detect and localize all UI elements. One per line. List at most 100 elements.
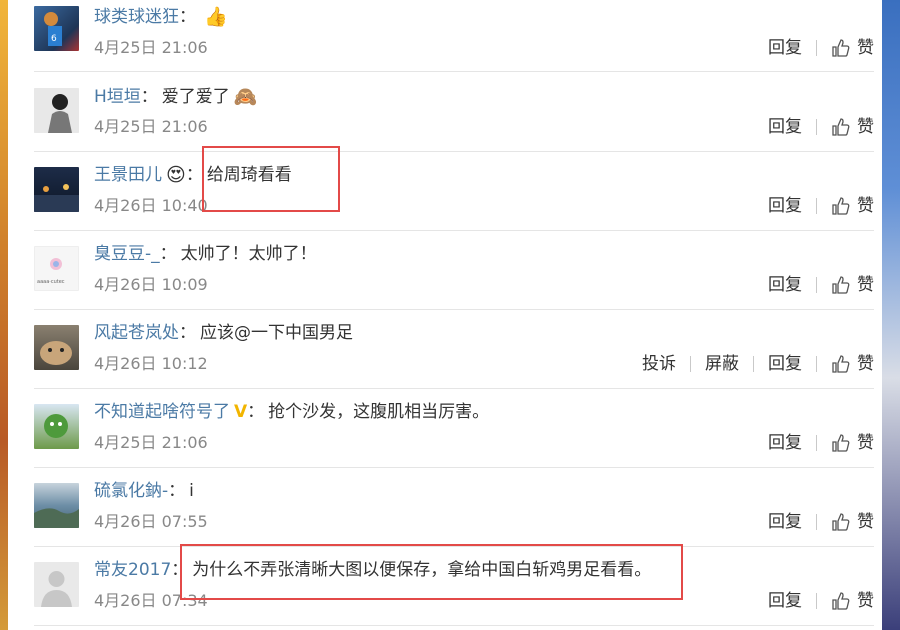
default-avatar-icon: [41, 571, 72, 607]
divider: [816, 40, 817, 56]
reply-button[interactable]: 回复: [768, 115, 802, 139]
background-right-edge: [882, 0, 900, 630]
comment-line: 不知道起啥符号了 V： 抢个沙发，这腹肌相当厉害。: [94, 399, 489, 425]
username-link[interactable]: 常友2017: [94, 560, 171, 580]
thumbs-up-icon[interactable]: [831, 117, 851, 137]
username-link[interactable]: 臭豆豆-_: [94, 244, 160, 264]
username-link[interactable]: H垣垣: [94, 87, 141, 107]
comment-text: 爱了爱了: [161, 87, 230, 107]
username-link[interactable]: 王景田儿: [94, 165, 162, 185]
like-button[interactable]: 赞: [857, 510, 874, 534]
avatar[interactable]: [34, 404, 79, 449]
comment-item: 不知道起啥符号了 V： 抢个沙发，这腹肌相当厉害。 4月25日 21:06 回复 赞: [34, 388, 874, 468]
like-button[interactable]: 赞: [857, 352, 874, 376]
avatar[interactable]: [34, 88, 79, 133]
avatar[interactable]: [34, 483, 79, 528]
thumbs-up-icon[interactable]: [831, 196, 851, 216]
comment-text: 太帅了！太帅了！: [180, 244, 317, 264]
thumbs-up-icon[interactable]: [831, 38, 851, 58]
comment-text: 应该@一下中国男足: [200, 323, 353, 343]
divider: [816, 356, 817, 372]
thumbs-up-emoji: 👍: [204, 6, 228, 28]
vip-badge-icon: V: [234, 402, 248, 422]
divider: [816, 435, 817, 451]
background-left-edge: [0, 0, 8, 630]
svg-text:6: 6: [51, 34, 57, 44]
divider: [816, 119, 817, 135]
comment-item: 王景田儿 😍： 给周琦看看 4月26日 10:40 回复 赞: [34, 151, 874, 231]
comment-time: 4月26日 10:09: [94, 275, 208, 294]
avatar-cat: [40, 341, 72, 365]
comment-actions: 回复 赞: [768, 510, 874, 534]
comment-time: 4月26日 07:55: [94, 512, 208, 531]
heart-eyes-emoji: 😍: [166, 164, 186, 186]
comment-item: 6 球类球迷狂： 👍 4月25日 21:06 回复 赞: [34, 0, 874, 72]
see-no-evil-monkey-emoji: 🙈: [233, 86, 258, 108]
comment-line: 臭豆豆-_： 太帅了！太帅了！: [94, 244, 317, 264]
reply-button[interactable]: 回复: [768, 36, 802, 60]
avatar-basketball-player: 6: [44, 12, 62, 46]
like-button[interactable]: 赞: [857, 589, 874, 613]
avatar[interactable]: 6: [34, 6, 79, 51]
comment-line: 硫氯化鈉-： i: [94, 481, 194, 501]
comment-item: aaaa·cutec 臭豆豆-_： 太帅了！太帅了！ 4月26日 10:09 回复…: [34, 230, 874, 310]
username-link[interactable]: 风起苍岚处: [94, 323, 179, 343]
avatar-green-figure: [44, 414, 68, 438]
thumbs-up-icon[interactable]: [831, 433, 851, 453]
comment-actions: 回复 赞: [768, 273, 874, 297]
like-button[interactable]: 赞: [857, 36, 874, 60]
avatar[interactable]: aaaa·cutec: [34, 246, 79, 291]
reply-button[interactable]: 回复: [768, 194, 802, 218]
block-button[interactable]: 屏蔽: [705, 352, 739, 376]
comment-list: 6 球类球迷狂： 👍 4月25日 21:06 回复 赞 H垣垣： 爱了爱了 🙈 4月2…: [20, 0, 878, 630]
username-link[interactable]: 球类球迷狂: [94, 7, 179, 27]
highlight-box: [180, 544, 683, 600]
like-button[interactable]: 赞: [857, 194, 874, 218]
divider: [816, 198, 817, 214]
divider: [816, 514, 817, 530]
comment-actions: 回复 赞: [768, 589, 874, 613]
like-button[interactable]: 赞: [857, 273, 874, 297]
comment-time: 4月25日 21:06: [94, 433, 208, 452]
avatar-night-scene: [34, 184, 79, 212]
comment-actions: 投诉 屏蔽 回复 赞: [642, 352, 874, 376]
divider: [753, 356, 754, 372]
comment-text: i: [189, 481, 194, 501]
thumbs-up-icon[interactable]: [831, 512, 851, 532]
comment-line: 球类球迷狂： 👍: [94, 6, 228, 28]
reply-button[interactable]: 回复: [768, 352, 802, 376]
divider: [816, 593, 817, 609]
comment-item: 硫氯化鈉-： i 4月26日 07:55 回复 赞: [34, 467, 874, 547]
avatar[interactable]: [34, 167, 79, 212]
reply-button[interactable]: 回复: [768, 431, 802, 455]
comment-actions: 回复 赞: [768, 431, 874, 455]
thumbs-up-icon[interactable]: [831, 591, 851, 611]
report-button[interactable]: 投诉: [642, 352, 676, 376]
avatar-landscape: [34, 508, 79, 528]
comment-text: 抢个沙发，这腹肌相当厉害。: [268, 402, 490, 422]
comment-line: 风起苍岚处： 应该@一下中国男足: [94, 323, 353, 343]
comment-actions: 回复 赞: [768, 194, 874, 218]
comment-item: H垣垣： 爱了爱了 🙈 4月25日 21:06 回复 赞: [34, 72, 874, 152]
highlight-box: [202, 146, 340, 212]
comment-line: H垣垣： 爱了爱了 🙈: [94, 86, 258, 108]
username-link[interactable]: 不知道起啥符号了: [94, 402, 230, 422]
reply-button[interactable]: 回复: [768, 273, 802, 297]
thumbs-up-icon[interactable]: [831, 354, 851, 374]
divider: [816, 277, 817, 293]
comment-time: 4月26日 10:40: [94, 196, 208, 215]
username-link[interactable]: 硫氯化鈉-: [94, 481, 168, 501]
comment-time: 4月25日 21:06: [94, 38, 208, 57]
avatar[interactable]: [34, 562, 79, 607]
thumbs-up-icon[interactable]: [831, 275, 851, 295]
avatar-portrait: [34, 88, 79, 133]
reply-button[interactable]: 回复: [768, 589, 802, 613]
like-button[interactable]: 赞: [857, 115, 874, 139]
comment-actions: 回复 赞: [768, 36, 874, 60]
comment-actions: 回复 赞: [768, 115, 874, 139]
divider: [690, 356, 691, 372]
comment-item: 风起苍岚处： 应该@一下中国男足 4月26日 10:12 投诉 屏蔽 回复 赞: [34, 309, 874, 389]
like-button[interactable]: 赞: [857, 431, 874, 455]
avatar[interactable]: [34, 325, 79, 370]
reply-button[interactable]: 回复: [768, 510, 802, 534]
